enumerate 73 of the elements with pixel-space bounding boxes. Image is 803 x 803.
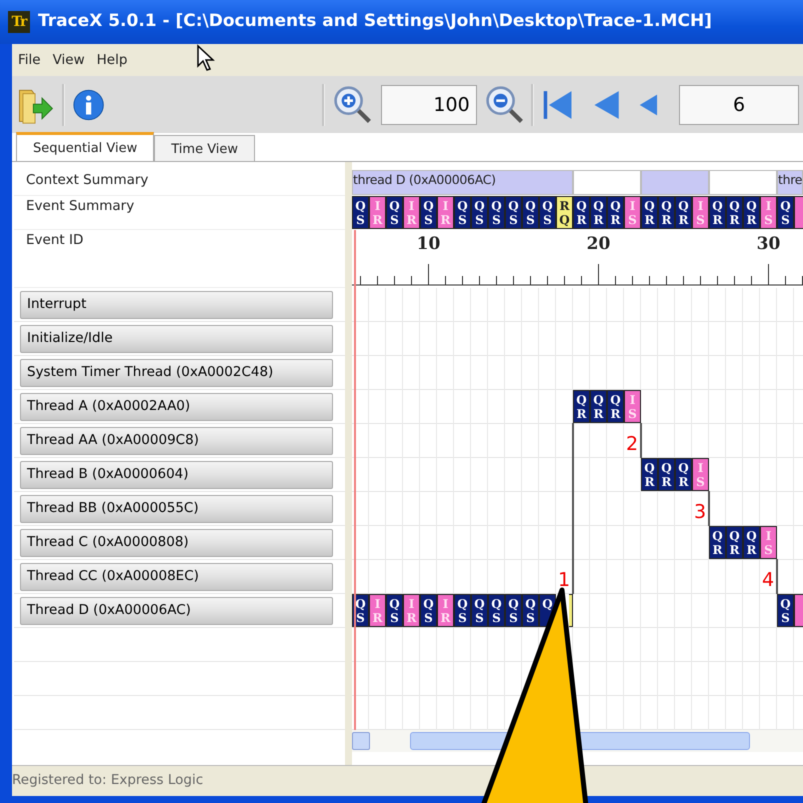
event-marker[interactable]: Q R [641,458,658,491]
event-marker[interactable] [569,594,573,627]
thread-button[interactable]: Thread B (0xA0000604) [20,460,333,488]
context-switch-line [640,423,642,458]
thread-button[interactable]: System Timer Thread (0xA0002C48) [20,358,333,386]
event-marker[interactable]: Q R [658,458,675,491]
menu-item[interactable]: View [46,50,91,70]
event-marker[interactable]: Q R [641,196,658,229]
row-label: Event Summary [26,198,134,214]
event-marker[interactable]: Q R [743,526,760,559]
event-marker[interactable]: Q S [505,594,522,627]
event-marker[interactable]: Q S [777,594,794,627]
event-marker[interactable]: Q S [420,196,437,229]
step-number: 2 [626,432,638,456]
event-marker[interactable]: Q S [420,594,437,627]
thread-button[interactable]: Thread CC (0xA00008EC) [20,562,333,590]
context-switch-line [708,491,710,526]
event-marker[interactable]: R Q [556,196,573,229]
event-marker[interactable]: Q S [505,196,522,229]
step-number: 3 [694,500,706,524]
step-number: 4 [762,568,774,592]
event-marker[interactable]: Q R [726,196,743,229]
event-marker[interactable]: Q R [675,196,692,229]
app-logo: Tr [8,11,30,33]
event-marker[interactable]: Q R [607,390,624,423]
mouse-cursor-icon [196,44,218,72]
event-field[interactable]: 6 [679,84,800,124]
event-marker[interactable]: Q R [590,196,607,229]
event-marker[interactable]: Q S [522,196,539,229]
zoom-field[interactable]: 100 [380,84,477,124]
context-switch-line [776,559,778,594]
window-title: TraceX 5.0.1 - [C:\Documents and Settings\John\Desktop\Trace-1.MCH] [38,10,712,34]
event-marker[interactable]: Q S [777,196,794,229]
event-marker[interactable]: Q S [522,594,539,627]
tick-label: 20 [586,233,610,256]
event-marker[interactable]: Q S [488,196,505,229]
event-marker[interactable]: Q R [675,458,692,491]
event-marker[interactable]: Q R [607,196,624,229]
event-marker[interactable]: Q S [454,594,471,627]
thread-button[interactable]: Initialize/Idle [20,324,333,352]
event-marker[interactable]: Q S [352,196,369,229]
event-marker[interactable]: Q S [386,196,403,229]
row-label: Context Summary [26,172,148,188]
event-marker[interactable]: Q S [386,594,403,627]
tab[interactable]: Sequential View [16,132,154,161]
event-marker[interactable]: Q R [743,196,760,229]
thread-button[interactable]: Thread A (0xA0002AA0) [20,392,333,420]
event-marker[interactable]: Q S [488,594,505,627]
event-marker[interactable]: Q R [709,526,726,559]
context-segment: thread D (0xA00006AC) [352,170,573,195]
event-marker[interactable]: Q R [726,526,743,559]
thread-button[interactable]: Thread D (0xA00006AC) [20,596,333,624]
tab[interactable]: Time View [154,135,256,161]
context-segment: thre [777,170,803,195]
menu-item[interactable]: File [12,50,47,70]
event-marker[interactable]: Q R [573,196,590,229]
thread-button[interactable]: Thread AA (0xA00009C8) [20,426,333,454]
tick-label: 30 [756,233,780,256]
tick-label: 10 [416,233,440,256]
event-marker[interactable]: Q S [471,196,488,229]
menu-item[interactable]: Help [90,50,134,70]
event-marker[interactable]: Q R [590,390,607,423]
row-label: Event ID [26,232,84,248]
event-marker[interactable]: Q R [573,390,590,423]
thread-button[interactable]: Thread C (0xA0000808) [20,528,333,556]
event-marker[interactable]: Q S [539,196,556,229]
event-marker[interactable]: Q S [454,196,471,229]
step-number: 1 [558,568,570,592]
event-marker[interactable]: Q R [709,196,726,229]
event-marker[interactable]: Q R [658,196,675,229]
event-marker[interactable]: Q S [471,594,488,627]
thread-button[interactable]: Interrupt [20,290,333,318]
thread-button[interactable]: Thread BB (0xA000055C) [20,494,333,522]
